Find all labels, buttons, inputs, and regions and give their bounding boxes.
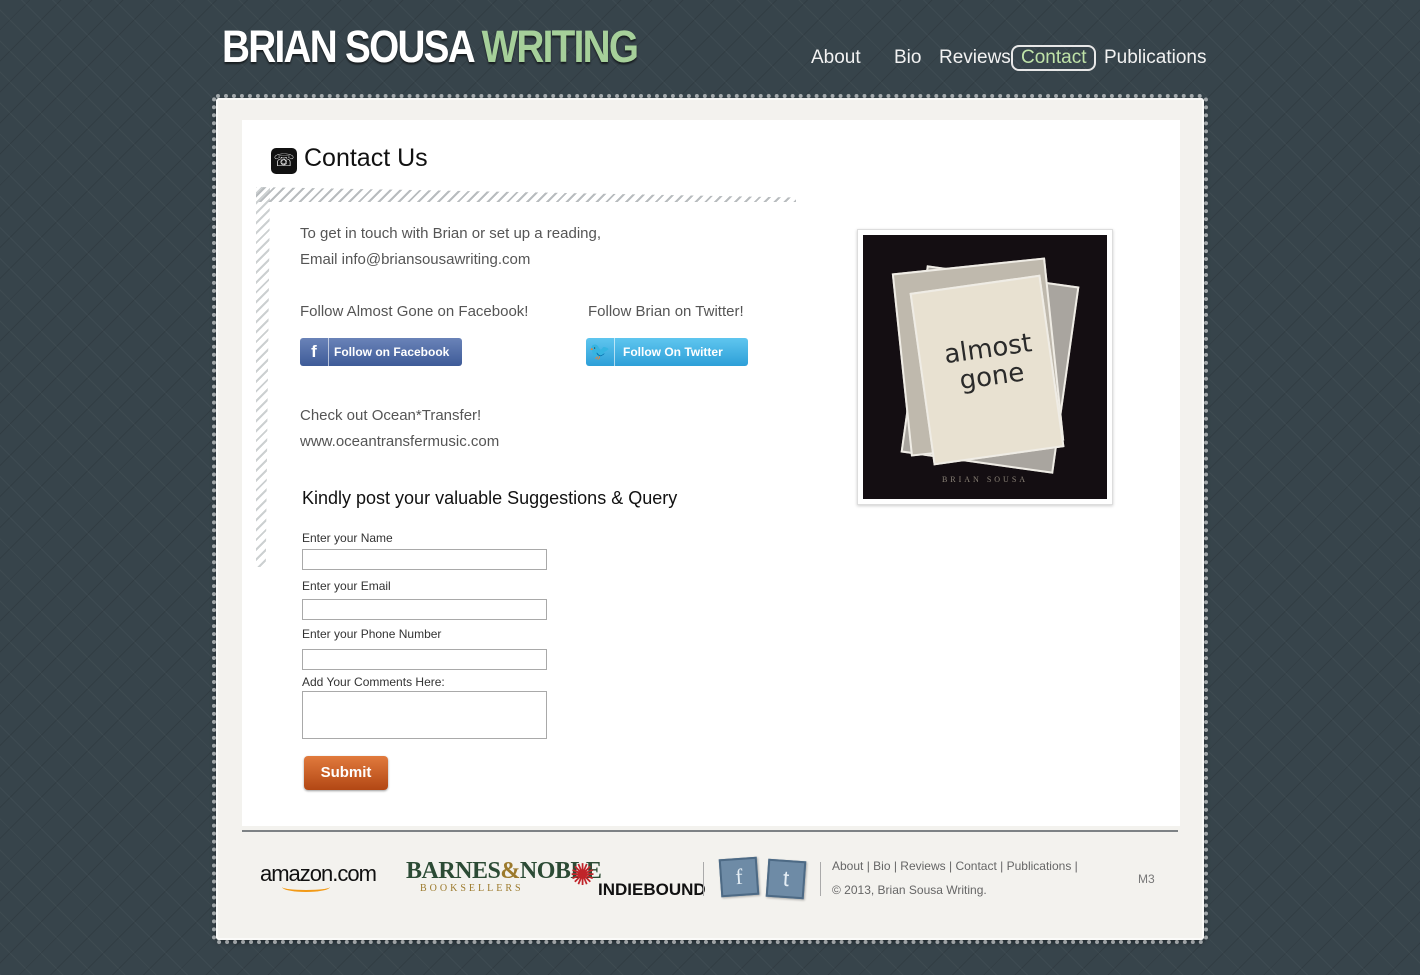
twitter-heading: Follow Brian on Twitter! — [588, 303, 744, 320]
book-cover-frame: almost gone BRIAN SOUSA — [857, 229, 1113, 505]
facebook-icon[interactable]: f — [718, 856, 760, 898]
footer-link-about[interactable]: About — [832, 859, 863, 873]
email-input[interactable] — [302, 599, 547, 620]
follow-facebook-label: Follow on Facebook — [334, 345, 450, 359]
footer-separator — [703, 862, 704, 896]
footer-separator-2 — [820, 862, 821, 896]
phone-icon: ☏ — [271, 148, 297, 174]
amazon-smile-icon — [282, 882, 330, 892]
brand-name: BRIAN SOUSA — [222, 21, 474, 72]
footer-link-bio[interactable]: Bio — [873, 859, 890, 873]
book-cover-author: BRIAN SOUSA — [941, 475, 1029, 484]
nav-contact[interactable]: Contact — [1011, 45, 1097, 71]
nav-reviews[interactable]: Reviews — [939, 45, 1011, 71]
nav-about[interactable]: About — [811, 45, 861, 71]
indiebound-mark-icon: ✺ — [570, 859, 596, 892]
feedback-form-title: Kindly post your valuable Suggestions & … — [302, 488, 678, 508]
comments-textarea[interactable] — [302, 691, 547, 739]
site-logo[interactable]: BRIAN SOUSA WRITING — [222, 21, 639, 72]
name-input[interactable] — [302, 549, 547, 570]
footer-divider — [242, 830, 1178, 832]
footer-link-publications[interactable]: Publications — [1007, 859, 1072, 873]
name-label: Enter your Name — [302, 531, 393, 545]
follow-twitter-label: Follow On Twitter — [623, 345, 723, 359]
footer-code: M3 — [1138, 872, 1155, 886]
intro-email: Email info@briansousawriting.com — [300, 251, 531, 268]
book-cover-image[interactable]: almost gone BRIAN SOUSA — [863, 235, 1107, 499]
follow-facebook-button[interactable]: f Follow on Facebook — [300, 338, 462, 366]
nav-bio[interactable]: Bio — [894, 45, 921, 71]
indiebound-logo[interactable]: INDIEBOUND — [598, 880, 706, 900]
ocean-transfer-link[interactable]: www.oceantransfermusic.com — [300, 433, 499, 450]
phone-input[interactable] — [302, 649, 547, 670]
copyright-text: © 2013, Brian Sousa Writing. — [832, 883, 987, 897]
nav-publications[interactable]: Publications — [1104, 45, 1206, 71]
brand-accent-word: WRITING — [481, 21, 639, 72]
bn-word-1: BARNES — [406, 858, 501, 884]
bn-ampersand: & — [500, 858, 520, 884]
barnes-noble-tagline: BOOKSELLERS — [420, 883, 524, 894]
email-label: Enter your Email — [302, 579, 391, 593]
footer-nav: About | Bio | Reviews | Contact | Public… — [832, 859, 1078, 873]
ocean-transfer-heading: Check out Ocean*Transfer! — [300, 407, 482, 424]
twitter-bird-icon: 🐦 — [586, 338, 615, 366]
intro-line-1: To get in touch with Brian or set up a r… — [300, 225, 602, 242]
page-title: Contact Us — [304, 144, 428, 172]
facebook-heading: Follow Almost Gone on Facebook! — [300, 303, 529, 320]
submit-button[interactable]: Submit — [304, 756, 388, 790]
twitter-icon[interactable]: t — [765, 858, 807, 900]
footer-link-contact[interactable]: Contact — [955, 859, 996, 873]
footer-link-reviews[interactable]: Reviews — [900, 859, 945, 873]
facebook-icon: f — [300, 338, 329, 366]
phone-label: Enter your Phone Number — [302, 627, 442, 641]
follow-twitter-button[interactable]: 🐦 Follow On Twitter — [586, 338, 748, 366]
comments-label: Add Your Comments Here: — [302, 675, 445, 689]
